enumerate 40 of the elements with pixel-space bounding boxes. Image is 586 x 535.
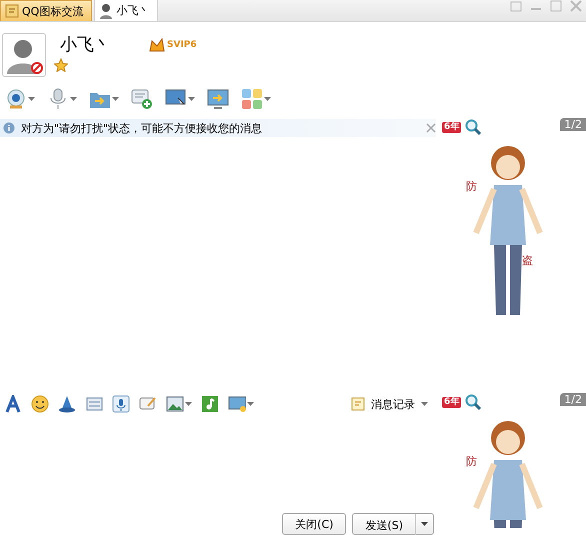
caret-icon[interactable] bbox=[185, 402, 192, 406]
close-button[interactable]: 关闭(C) bbox=[282, 513, 346, 535]
person-icon bbox=[99, 2, 114, 18]
caret-icon[interactable] bbox=[247, 402, 254, 406]
caret-icon[interactable] bbox=[264, 96, 271, 102]
screen-share-icon[interactable] bbox=[207, 88, 229, 110]
search-icon[interactable] bbox=[465, 119, 482, 135]
tab[interactable]: 小飞丶 bbox=[94, 0, 158, 21]
badge: 6年 bbox=[442, 122, 462, 132]
badge: 6年 bbox=[442, 396, 462, 408]
watermark-text: 盗 bbox=[522, 253, 533, 268]
contact-name: 小飞丶 bbox=[59, 34, 111, 56]
caret-icon[interactable] bbox=[188, 96, 195, 102]
vip-label: SVIP6 bbox=[167, 40, 197, 50]
notice-text: 对方为"请勿打扰"状态，可能不方便接收您的消息 bbox=[21, 120, 264, 136]
caret-icon[interactable] bbox=[28, 96, 35, 102]
wizard-hat-icon[interactable] bbox=[58, 395, 76, 413]
watermark-text: 防 bbox=[466, 179, 477, 194]
message-add-icon[interactable] bbox=[131, 88, 153, 110]
history-button[interactable]: 消息记录 bbox=[351, 396, 428, 412]
star-icon bbox=[54, 58, 68, 72]
chat-log-icon bbox=[351, 397, 365, 411]
caret-icon[interactable] bbox=[70, 96, 77, 102]
smiley-icon[interactable] bbox=[31, 395, 49, 413]
music-icon[interactable] bbox=[201, 395, 219, 413]
apps-grid-icon[interactable] bbox=[241, 88, 263, 110]
avatar[interactable] bbox=[2, 33, 46, 77]
info-icon bbox=[3, 122, 15, 134]
search-icon[interactable] bbox=[465, 394, 482, 410]
crown-icon bbox=[149, 38, 165, 52]
note-icon bbox=[5, 4, 19, 18]
font-icon[interactable] bbox=[4, 395, 22, 413]
camera-icon[interactable] bbox=[5, 88, 27, 110]
caret-icon bbox=[421, 522, 428, 526]
caret-icon bbox=[421, 402, 428, 406]
image-icon[interactable] bbox=[166, 395, 184, 413]
caret-icon[interactable] bbox=[112, 96, 119, 102]
watermark-text: 防 bbox=[466, 454, 477, 469]
tab[interactable]: QQ图标交流 bbox=[0, 0, 92, 21]
voice-icon[interactable] bbox=[112, 395, 130, 413]
